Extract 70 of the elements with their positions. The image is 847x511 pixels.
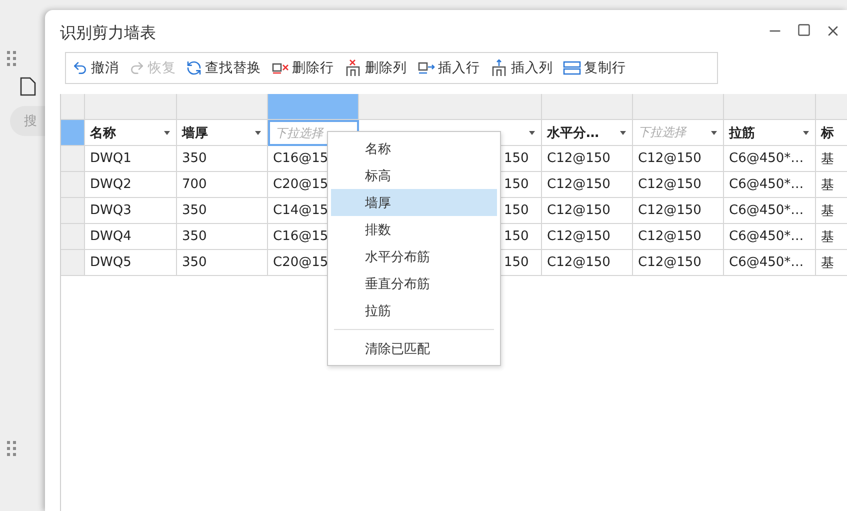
column-selector-cell[interactable] bbox=[633, 94, 724, 120]
dropdown-caret-icon bbox=[711, 131, 717, 135]
drag-handle-icon[interactable] bbox=[7, 51, 16, 66]
table-cell: C12@150 bbox=[542, 250, 633, 276]
table-cell: C12@150 bbox=[633, 198, 724, 224]
document-icon[interactable] bbox=[20, 76, 36, 96]
toolbar-button[interactable]: 删除行 bbox=[271, 59, 334, 77]
table-cell: C12@150 bbox=[633, 224, 724, 250]
column-selector-cell[interactable] bbox=[85, 94, 177, 120]
column-header[interactable]: 名称 bbox=[85, 120, 177, 146]
table-cell: 700 bbox=[177, 172, 268, 198]
drag-handle-icon[interactable] bbox=[7, 441, 16, 456]
dropdown-caret-icon bbox=[255, 131, 261, 135]
toolbar-button[interactable]: 插入列 bbox=[490, 59, 553, 77]
table-cell: C6@450*… bbox=[724, 198, 816, 224]
toolbar-button[interactable]: 删除列 bbox=[344, 59, 407, 77]
table-cell: 350 bbox=[177, 198, 268, 224]
column-selector-cell[interactable] bbox=[724, 94, 816, 120]
dropdown-caret-icon bbox=[803, 131, 809, 135]
table-cell: 350 bbox=[177, 224, 268, 250]
column-header[interactable]: 拉筋 bbox=[724, 120, 816, 146]
menu-item[interactable]: 拉筋 bbox=[331, 297, 497, 324]
table-cell: 基 bbox=[816, 198, 847, 224]
table-cell: DWQ5 bbox=[85, 250, 177, 276]
insert-column-icon bbox=[490, 59, 508, 77]
window-title: 识别剪力墙表 bbox=[60, 22, 156, 44]
column-header[interactable]: 水平分… bbox=[542, 120, 633, 146]
table-cell: DWQ3 bbox=[85, 198, 177, 224]
toolbar-button[interactable]: 撤消 bbox=[72, 59, 119, 77]
toolbar-button[interactable]: 插入行 bbox=[417, 59, 480, 77]
table-cell: 基 bbox=[816, 172, 847, 198]
maximize-icon[interactable] bbox=[797, 23, 811, 37]
dropdown-caret-icon bbox=[529, 131, 535, 135]
delete-column-icon bbox=[344, 59, 362, 77]
table-cell: 基 bbox=[816, 146, 847, 172]
column-selector-cell[interactable] bbox=[816, 94, 847, 120]
table-cell: C12@150 bbox=[633, 146, 724, 172]
table-cell: 基 bbox=[816, 250, 847, 276]
table-cell: 350 bbox=[177, 250, 268, 276]
column-selector-cell[interactable] bbox=[268, 94, 359, 120]
undo-icon bbox=[72, 60, 88, 76]
toolbar-button[interactable]: 复制行 bbox=[563, 59, 626, 77]
table-cell: C12@150 bbox=[542, 224, 633, 250]
table-cell: 基 bbox=[816, 224, 847, 250]
table-cell: C12@150 bbox=[633, 250, 724, 276]
table-cell: C6@450*… bbox=[724, 172, 816, 198]
redo-icon bbox=[129, 60, 145, 76]
column-header[interactable]: 墙厚 bbox=[177, 120, 268, 146]
table-cell: C6@450*… bbox=[724, 146, 816, 172]
toolbar-button[interactable]: 查找替换 bbox=[186, 59, 261, 77]
dropdown-caret-icon bbox=[164, 131, 170, 135]
table-cell: C12@150 bbox=[542, 172, 633, 198]
menu-item[interactable]: 清除已匹配 bbox=[331, 335, 497, 362]
column-selector-cell[interactable] bbox=[542, 94, 633, 120]
menu-item[interactable]: 墙厚 bbox=[331, 189, 497, 216]
column-selector-cell[interactable] bbox=[359, 94, 542, 120]
table-cell: C12@150 bbox=[542, 198, 633, 224]
dropdown-caret-icon bbox=[620, 131, 626, 135]
column-selector-cell[interactable] bbox=[177, 94, 268, 120]
table-cell: DWQ1 bbox=[85, 146, 177, 172]
table-cell: C12@150 bbox=[633, 172, 724, 198]
table-cell: DWQ4 bbox=[85, 224, 177, 250]
table-cell: C6@450*… bbox=[724, 224, 816, 250]
column-header[interactable]: 标 bbox=[816, 120, 847, 146]
copy-rows-icon bbox=[563, 59, 581, 77]
table-cell: DWQ2 bbox=[85, 172, 177, 198]
table-cell: 350 bbox=[177, 146, 268, 172]
table-cell: C12@150 bbox=[542, 146, 633, 172]
table-cell: C6@450*… bbox=[724, 250, 816, 276]
refresh-icon bbox=[186, 60, 202, 76]
